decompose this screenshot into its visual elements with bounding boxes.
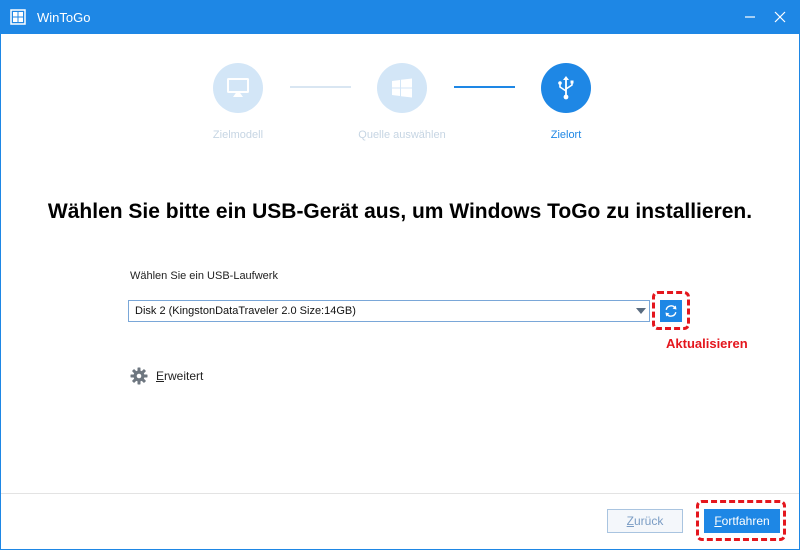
gear-icon xyxy=(130,367,148,385)
back-button-label: Zurück xyxy=(626,514,664,528)
title-bar: WinToGo xyxy=(0,0,800,34)
wizard-steps: Zielmodell Quelle auswählen Zielort xyxy=(0,60,800,150)
app-grid-icon xyxy=(10,9,26,25)
step-3-usb-icon xyxy=(541,63,591,113)
usb-drive-select[interactable]: Disk 2 (KingstonDataTraveler 2.0 Size:14… xyxy=(128,300,650,322)
step-3-label: Zielort xyxy=(550,129,582,141)
minimize-icon[interactable] xyxy=(740,7,760,27)
next-button-label: Fortfahren xyxy=(714,514,770,528)
next-button[interactable]: Fortfahren xyxy=(704,509,780,533)
footer-divider xyxy=(0,493,800,494)
step-connector-1 xyxy=(290,86,351,88)
step-1-monitor-icon xyxy=(213,63,263,113)
window-title: WinToGo xyxy=(37,10,91,25)
step-connector-2 xyxy=(454,86,515,88)
step-2-label: Quelle auswählen xyxy=(358,129,446,141)
close-icon[interactable] xyxy=(770,7,790,27)
advanced-label[interactable]: Erweitert xyxy=(156,369,203,383)
step-1-label: Zielmodell xyxy=(212,129,264,141)
refresh-callout-label: Aktualisieren xyxy=(666,336,748,351)
chevron-down-icon[interactable] xyxy=(636,308,646,314)
back-button[interactable]: Zurück xyxy=(607,509,683,533)
usb-drive-selected-value: Disk 2 (KingstonDataTraveler 2.0 Size:14… xyxy=(135,305,356,317)
page-heading: Wählen Sie bitte ein USB-Gerät aus, um W… xyxy=(47,200,753,223)
refresh-button[interactable] xyxy=(660,300,682,322)
step-2-windows-logo-icon xyxy=(377,63,427,113)
usb-drive-label: Wählen Sie ein USB-Laufwerk xyxy=(130,270,278,282)
refresh-icon xyxy=(665,305,677,317)
